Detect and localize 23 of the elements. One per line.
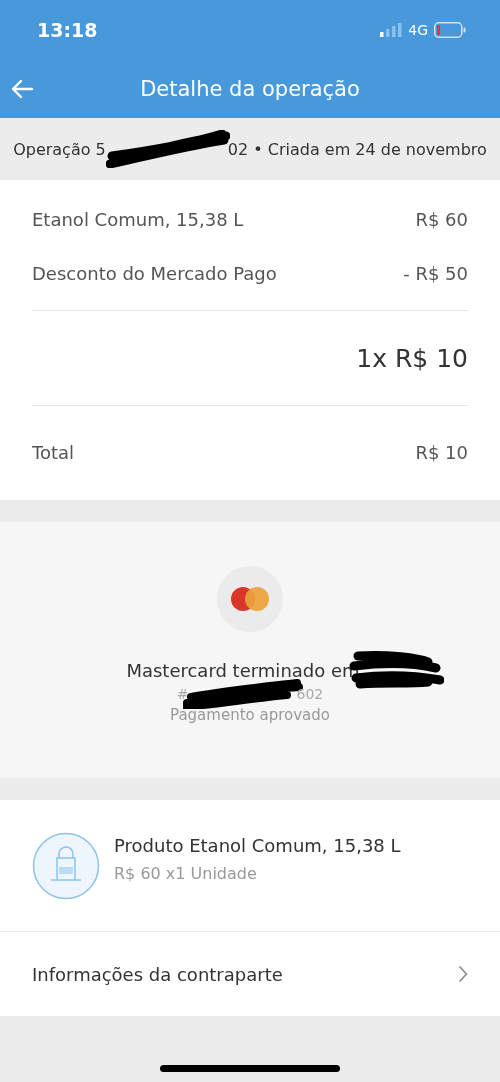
signal-icon [380, 23, 403, 37]
status-time: 13:18 [37, 19, 98, 41]
back-arrow-icon[interactable] [10, 79, 34, 99]
card-number-prefix: # [176, 686, 189, 702]
total-label: Total [32, 441, 75, 463]
operation-date: 02 • Criada em 24 de novembro [227, 139, 487, 159]
payment-status: Pagamento aprovado [170, 706, 330, 724]
card-number-suffix: 602 [296, 686, 324, 702]
battery-icon [434, 22, 466, 38]
shopping-bag-icon [32, 831, 100, 900]
chevron-right-icon [458, 965, 468, 983]
item-amount: R$ 60 [415, 208, 468, 230]
product-detail: R$ 60 x1 Unidade [114, 863, 258, 883]
counterpart-row[interactable]: Informações da contraparte [0, 932, 500, 1016]
total-amount: R$ 10 [415, 441, 468, 463]
network-label: 4G [408, 22, 428, 38]
item-label: Etanol Comum, 15,38 L [32, 208, 244, 230]
operation-number: Operação 5 [13, 139, 106, 159]
page-title: Detalhe da operação [140, 77, 360, 101]
installments: 1x R$ 10 [356, 343, 468, 373]
item-label: Desconto do Mercado Pago [32, 262, 277, 284]
item-amount: - R$ 50 [403, 262, 468, 284]
product-name: Produto Etanol Comum, 15,38 L [114, 834, 401, 856]
